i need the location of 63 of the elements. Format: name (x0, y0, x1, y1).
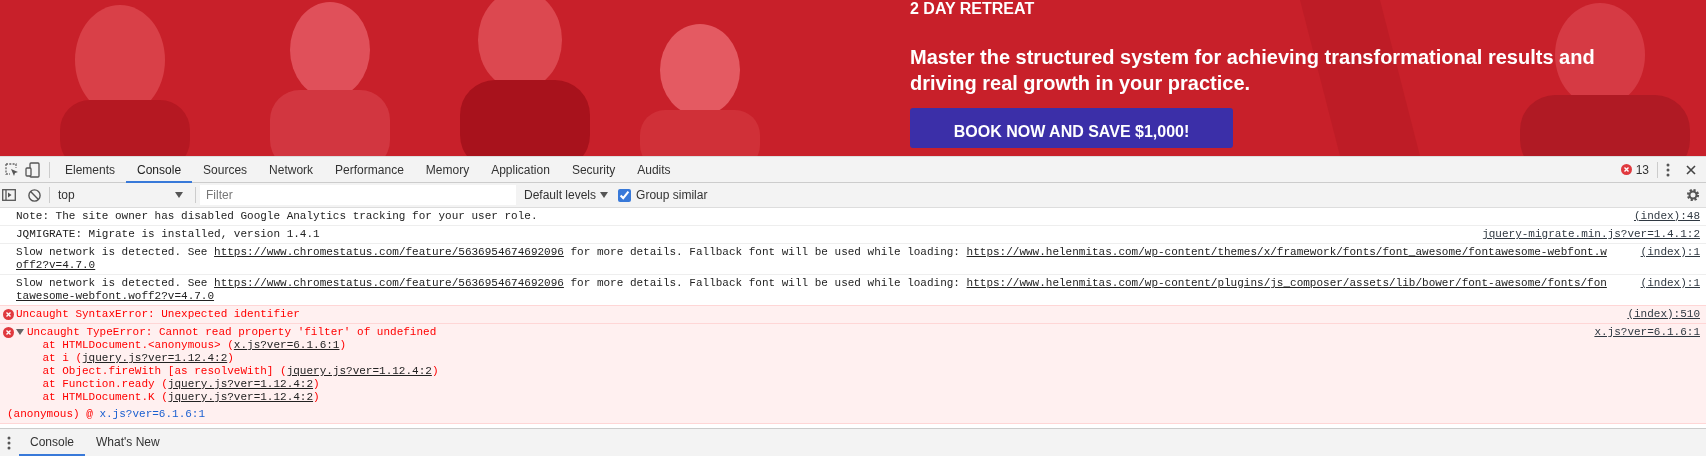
link[interactable]: https://www.chromestatus.com/feature/5636954674692096 (214, 246, 564, 258)
context-select[interactable]: top (54, 185, 187, 205)
devtools-tab[interactable]: Audits (626, 156, 682, 183)
link[interactable]: https://www.helenmitas.com/wp-content/plugins/js_composer/assets/lib/bower/font-awesome/fonts/fon (966, 277, 1607, 289)
console-message: JQMIGRATE: Migrate is installed, version 1.4.1 (16, 228, 321, 241)
devtools-tab[interactable]: Memory (414, 156, 481, 183)
link[interactable]: tawesome-webfont.woff2?v=4.7.0 (16, 290, 215, 303)
inspect-icon[interactable] (4, 161, 20, 178)
stack-frame: at Function.ready (jquery.js?ver=1.12.4:2) (16, 378, 1589, 391)
devtools-tab[interactable]: Application (480, 156, 561, 183)
dropdown-caret-icon (600, 192, 609, 198)
clear-console-icon[interactable] (28, 188, 41, 202)
more-menu-icon[interactable] (7, 435, 11, 450)
sidebar-toggle-icon[interactable] (2, 189, 16, 201)
link[interactable]: jquery.js?ver=1.12.4:2 (167, 378, 314, 390)
drawer-tab[interactable]: Console (19, 429, 86, 456)
devtools-tab[interactable]: Elements (54, 156, 127, 183)
book-now-button[interactable]: BOOK NOW AND SAVE $1,000! (910, 108, 1233, 148)
source-link[interactable]: (index):1 (1640, 246, 1700, 259)
expand-triangle-icon[interactable] (16, 328, 24, 337)
link[interactable]: https://www.helenmitas.com/wp-content/themes/x/framework/fonts/font_awesome/fontawesome-webfont.w (966, 246, 1607, 258)
device-icon[interactable] (25, 161, 41, 178)
devtools-tab[interactable]: Network (258, 156, 325, 183)
link[interactable]: x.js?ver=6.1.6:1 (99, 408, 206, 420)
console-message: Uncaught SyntaxError: Unexpected identifier (16, 308, 301, 321)
group-similar-checkbox[interactable] (618, 188, 632, 202)
dropdown-caret-icon (175, 192, 183, 198)
link[interactable]: jquery.js?ver=1.12.4:2 (286, 365, 432, 377)
stack-frame: at HTMLDocument.K (jquery.js?ver=1.12.4:2) (16, 391, 1589, 404)
link[interactable]: x.js?ver=6.1.6:1 (233, 339, 340, 351)
link[interactable]: off2?v=4.7.0 (16, 259, 96, 272)
console-message: Uncaught TypeError: Cannot read property 'filter' of undefined (16, 326, 1589, 339)
source-link[interactable]: jquery-migrate.min.js?ver=1.4.1:2 (1482, 228, 1700, 241)
link[interactable]: jquery.js?ver=1.12.4:2 (167, 391, 314, 403)
link[interactable]: jquery.js?ver=1.12.4:2 (82, 352, 228, 364)
error-icon (2, 327, 14, 338)
hero-tagline: Master the structured system for achieving transformational results and driving real growth in your practice. (910, 45, 1596, 96)
filter-field[interactable]: Filter (200, 185, 516, 205)
console-message: Slow network is detected. See https://www.chromestatus.com/feature/5636954674692096 for more details. Fallback font will be used while loading: https://www.helenmitas.com/wp-content/plugins/js_composer/assets/lib/bower/font-awesome/fonts/fon (16, 277, 1608, 290)
link[interactable]: https://www.chromestatus.com/feature/5636954674692096 (214, 277, 564, 289)
console-message: Note: The site owner has disabled Google Analytics tracking for your user role. (16, 210, 539, 223)
stack-frame: at HTMLDocument.<anonymous> (x.js?ver=6.1.6:1) (16, 339, 1589, 352)
source-link[interactable]: x.js?ver=6.1.6:1 (1594, 326, 1700, 339)
devtools-tab[interactable]: Performance (324, 156, 415, 183)
source-link[interactable]: (index):48 (1634, 210, 1700, 223)
devtools-tab[interactable]: Security (560, 156, 627, 183)
console-message: Slow network is detected. See https://www.chromestatus.com/feature/5636954674692096 for more details. Fallback font will be used while loading: https://www.helenmitas.com/wp-content/themes/x/framework/fonts/font_awesome/fontawesome-webfont.w (16, 246, 1608, 259)
devtools-tab[interactable]: Sources (192, 156, 259, 183)
more-menu-icon[interactable] (1666, 162, 1670, 177)
error-icon (1620, 164, 1632, 175)
call-site: (anonymous) @ x.js?ver=6.1.6:1 (0, 406, 1706, 424)
hero-heading: 2 DAY RETREAT (910, 0, 1036, 18)
error-count[interactable]: 13 (1635, 160, 1649, 179)
source-link[interactable]: (index):1 (1640, 277, 1700, 290)
error-icon (2, 309, 14, 320)
group-similar-label[interactable]: Group similar (636, 186, 708, 204)
close-icon[interactable] (1686, 164, 1696, 175)
drawer-tab[interactable]: What's New (85, 429, 171, 456)
stack-frame: at i (jquery.js?ver=1.12.4:2) (16, 352, 1589, 365)
source-link[interactable]: (index):510 (1627, 308, 1700, 321)
log-levels-dropdown[interactable]: Default levels (520, 186, 613, 204)
stack-frame: at Object.fireWith [as resolveWith] (jquery.js?ver=1.12.4:2) (16, 365, 1589, 378)
settings-icon[interactable] (1686, 188, 1700, 202)
